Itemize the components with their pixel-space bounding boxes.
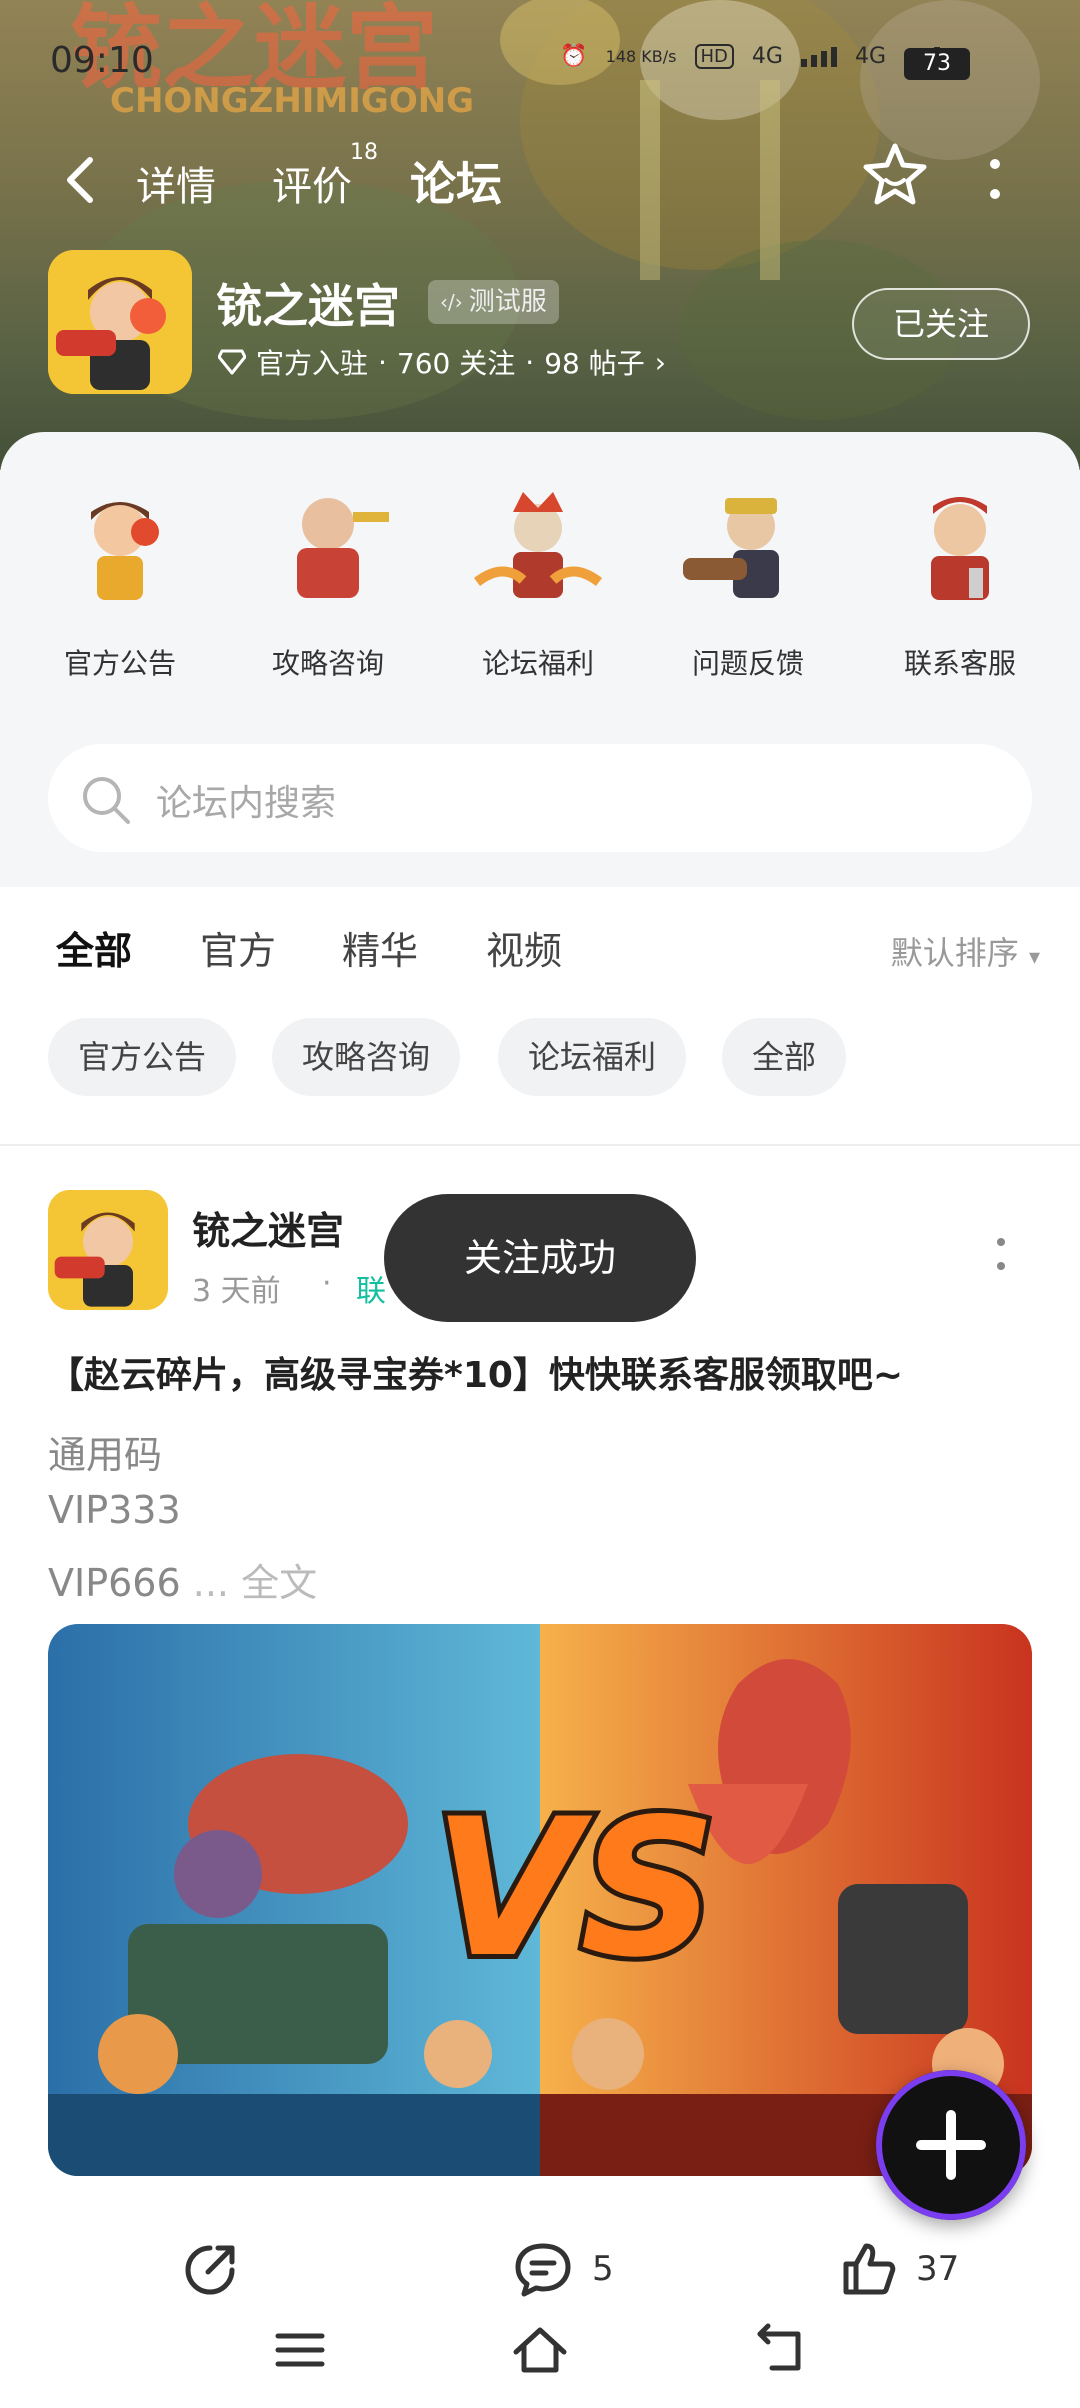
status-icons: ⏰ 148 KB/s HD 4G 4G [560,44,940,69]
diamond-icon [218,349,246,375]
like-button[interactable]: 37 [838,2240,959,2298]
comment-button[interactable]: 5 [512,2240,614,2298]
post-body-line: VIP333 [48,1488,181,1532]
forum-search-box[interactable]: 论坛内搜索 [48,744,1032,852]
follower-count: 760 关注 [396,347,516,380]
quick-link-guides[interactable]: 攻略咨询 [228,472,428,682]
comment-count: 5 [592,2249,614,2289]
follow-button[interactable]: 已关注 [852,288,1030,360]
battery-indicator: 73 [904,48,970,80]
test-server-label: 测试服 [468,287,547,317]
chip-announcements[interactable]: 官方公告 [48,1018,237,1096]
app-info-row: 铳之迷宫 ‹/› 测试服 官方入驻 · 760 关注 · 98 帖子 › 已关注 [0,250,1080,410]
section-divider [0,1144,1080,1146]
search-icon [83,777,130,824]
back-icon[interactable] [752,2320,812,2380]
search-input[interactable]: 论坛内搜索 [156,774,336,826]
tab-official[interactable]: 官方 [200,920,276,975]
chip-benefits[interactable]: 论坛福利 [498,1018,687,1096]
app-header: 铳之迷宫 CHONGZHIMIGONG 09:10 ⏰ 148 KB/s HD … [0,0,1080,470]
quick-link-support[interactable]: 联系客服 [860,472,1060,682]
read-full-link[interactable]: 全文 [241,1561,317,1605]
chip-all[interactable]: 全部 [722,1018,847,1096]
character-icon [297,498,389,598]
network-type-2: 4G [854,44,886,69]
quick-link-announcements[interactable]: 官方公告 [20,472,220,682]
tab-featured[interactable]: 精华 [342,920,418,975]
caret-down-icon: ▾ [1028,945,1040,970]
toast-message: 关注成功 [384,1194,696,1322]
post-tag[interactable]: 联 [356,1266,386,1310]
forum-card: 官方公告 攻略咨询 论坛福利 问题反馈 联系客服 论坛内搜索 [0,432,1080,887]
more-options-icon[interactable] [980,150,1010,210]
plus-icon [916,2110,986,2180]
app-meta[interactable]: 官方入驻 · 760 关注 · 98 帖子 › [218,342,666,382]
post-count: 98 帖子 [544,347,645,380]
reviews-count-badge: 18 [350,140,378,165]
sort-dropdown[interactable]: 默认排序 ▾ [891,928,1040,974]
post-meta-separator: · [322,1266,332,1301]
post-ellipsis: ... [180,1561,242,1605]
like-count: 37 [916,2249,960,2289]
chevron-right-icon: › [654,345,666,379]
comment-icon [515,2243,571,2297]
quick-link-benefits[interactable]: 论坛福利 [438,472,638,682]
tab-details[interactable]: 详情 [136,154,216,212]
category-tabs: 全部 官方 精华 视频 默认排序 ▾ [0,888,1080,1008]
home-icon[interactable] [510,2320,570,2380]
character-icon [931,497,989,600]
post-author-name[interactable]: 铳之迷宫 [192,1200,344,1255]
quick-link-label: 问题反馈 [691,647,804,680]
quick-link-label: 官方公告 [63,647,176,680]
tab-forum[interactable]: 论坛 [410,148,502,218]
status-time: 09:10 [50,40,154,81]
post-title[interactable]: 【赵云碎片，高级寻宝券*10】快快联系客服领取吧~ [48,1346,903,1398]
create-post-button[interactable] [876,2070,1026,2220]
hd-icon: HD [694,44,734,69]
app-icon[interactable] [48,250,192,394]
verified-label: 官方入驻 [256,347,369,380]
tab-reviews[interactable]: 评价 [272,154,352,212]
share-icon [185,2245,235,2295]
code-icon: ‹/› [440,290,463,314]
svg-text:VS: VS [433,1778,717,1999]
menu-icon[interactable] [270,2320,330,2380]
app-name: 铳之迷宫 [216,279,400,333]
quick-link-label: 联系客服 [903,647,1016,680]
quick-link-feedback[interactable]: 问题反馈 [648,472,848,682]
post-more-icon[interactable] [990,1232,1012,1276]
share-button[interactable] [180,2240,240,2300]
thumbs-up-icon [843,2243,896,2295]
chip-guides[interactable]: 攻略咨询 [272,1018,461,1096]
quick-link-label: 攻略咨询 [271,647,384,680]
alarm-icon: ⏰ [560,44,588,69]
quick-link-label: 论坛福利 [481,647,594,680]
favorite-star-icon[interactable] [860,140,930,210]
post-author-avatar[interactable] [48,1190,168,1310]
top-nav: 详情 评价 18 论坛 [0,140,1080,220]
tab-all[interactable]: 全部 [56,920,132,983]
status-bar: 09:10 ⏰ 148 KB/s HD 4G 4G 73 [0,0,1080,120]
system-nav-bar [0,2300,1080,2408]
post-time: 3 天前 [192,1274,281,1309]
character-icon [473,492,603,598]
sort-label: 默认排序 [890,934,1019,972]
network-type-1: 4G [751,44,783,69]
character-icon [91,502,159,600]
filter-chips: 官方公告 攻略咨询 论坛福利 全部 [0,1018,1080,1098]
post-body-line: 通用码 [48,1433,163,1477]
post-body-text: VIP666 [48,1561,181,1605]
signal-icon [800,46,837,67]
post-body-line-last: VIP666 ... 全文 [48,1552,317,1607]
tab-video[interactable]: 视频 [486,920,562,975]
test-server-badge: ‹/› 测试服 [428,280,559,324]
back-arrow-icon[interactable] [56,150,106,210]
character-icon [683,498,779,598]
net-speed: 148 KB/s [605,47,677,66]
